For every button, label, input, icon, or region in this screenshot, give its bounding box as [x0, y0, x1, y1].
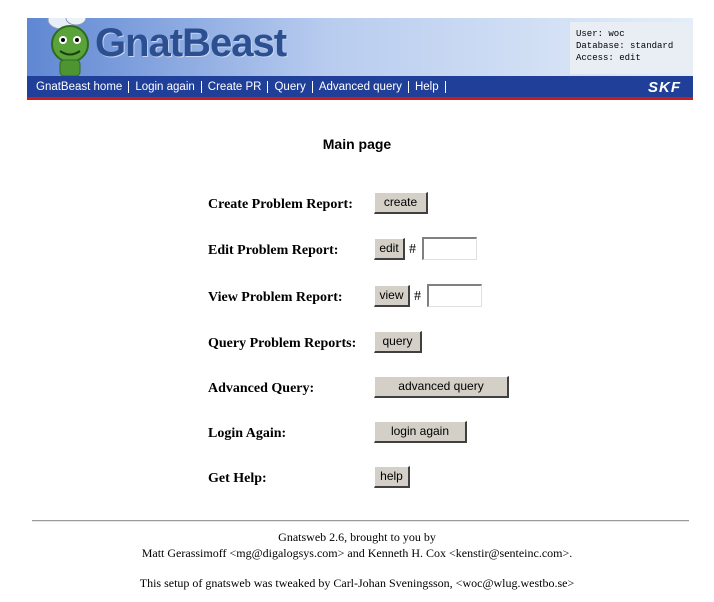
user-line: User: woc	[576, 29, 625, 39]
query-label: Query Problem Reports:	[208, 336, 357, 351]
edit-pr-number-input[interactable]	[422, 237, 477, 260]
app-logo-text: GnatBeast	[95, 21, 287, 65]
footer-divider	[32, 520, 689, 522]
create-button[interactable]: create	[374, 192, 428, 214]
nav-item-create-pr[interactable]: Create PR	[202, 80, 269, 93]
help-button[interactable]: help	[374, 466, 410, 488]
footer-credit-line-2: Matt Gerassimoff <mg@digalogsys.com> and…	[141, 546, 573, 560]
page-title: Main page	[322, 136, 392, 152]
view-label: View Problem Report:	[208, 290, 343, 305]
edit-hash: #	[409, 242, 416, 257]
access-line: Access: edit	[576, 53, 641, 63]
view-hash: #	[414, 289, 421, 304]
view-pr-number-input[interactable]	[427, 284, 482, 307]
nav-item-advanced-query[interactable]: Advanced query	[313, 80, 409, 93]
login-again-button[interactable]: login again	[374, 421, 467, 443]
edit-label: Edit Problem Report:	[208, 243, 339, 258]
query-button[interactable]: query	[374, 331, 422, 353]
nav-bar: GnatBeast home Login again Create PR Que…	[27, 76, 693, 100]
view-button[interactable]: view	[374, 285, 410, 307]
nav-item-query[interactable]: Query	[268, 80, 313, 93]
help-label: Get Help:	[208, 471, 267, 486]
database-line: Database: standard	[576, 41, 674, 51]
advanced-query-label: Advanced Query:	[208, 381, 315, 396]
user-info-box: User: woc Database: standard Access: edi…	[570, 22, 693, 74]
skf-brand-logo: SKF	[648, 79, 681, 96]
create-label: Create Problem Report:	[208, 197, 353, 212]
nav-item-gnatbeast-home[interactable]: GnatBeast home	[27, 80, 130, 93]
nav-item-login-again[interactable]: Login again	[129, 80, 202, 93]
edit-button[interactable]: edit	[374, 238, 405, 260]
nav-item-help[interactable]: Help	[409, 80, 446, 93]
footer-credit-line-1: Gnatsweb 2.6, brought to you by	[278, 530, 436, 544]
login-again-label: Login Again:	[208, 426, 287, 441]
gnat-mascot-logo	[47, 18, 89, 76]
advanced-query-button[interactable]: advanced query	[374, 376, 509, 398]
footer-setup-note: This setup of gnatsweb was tweaked by Ca…	[139, 576, 575, 590]
